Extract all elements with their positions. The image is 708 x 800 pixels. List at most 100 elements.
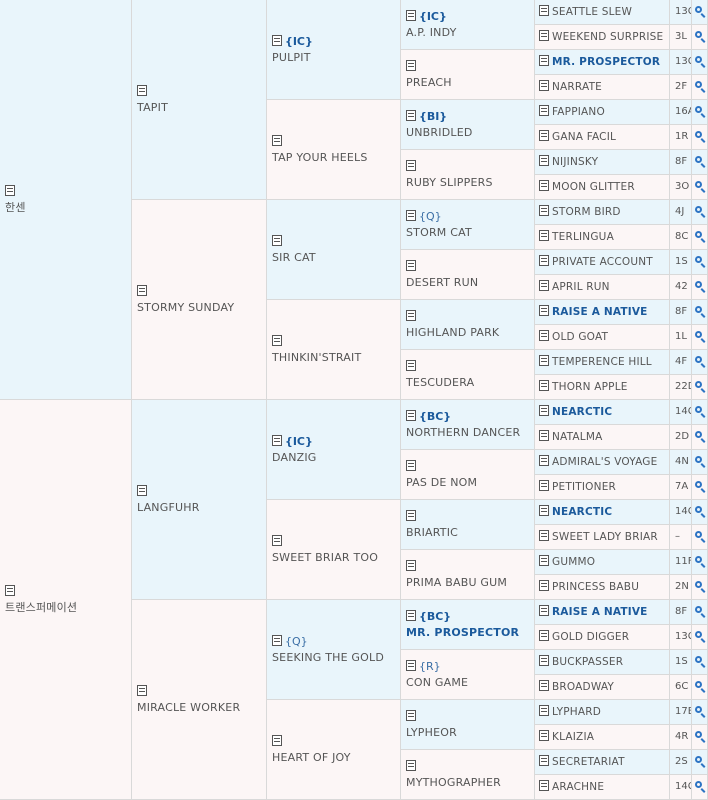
magnifier-icon[interactable] (695, 756, 702, 763)
magnifier-icon[interactable] (695, 106, 702, 113)
magnifier-icon[interactable] (695, 6, 702, 13)
document-icon[interactable] (406, 109, 416, 121)
document-icon[interactable] (406, 209, 416, 221)
horse-name[interactable]: TESCUDERA (406, 375, 532, 391)
magnifier-icon[interactable] (695, 156, 702, 163)
document-icon[interactable] (272, 234, 282, 246)
horse-name[interactable]: GOLD DIGGER (552, 631, 629, 643)
document-icon[interactable] (539, 130, 549, 141)
magnifier-icon[interactable] (695, 306, 702, 313)
magnifier-icon[interactable] (695, 431, 702, 438)
horse-name[interactable]: PREACH (406, 75, 532, 91)
horse-name[interactable]: STORM CAT (406, 225, 532, 241)
horse-name[interactable]: WEEKEND SURPRISE (552, 31, 663, 43)
horse-name[interactable]: BROADWAY (552, 681, 614, 693)
magnifier-icon[interactable] (695, 281, 702, 288)
magnifier-icon[interactable] (695, 781, 702, 788)
document-icon[interactable] (539, 255, 549, 266)
horse-name[interactable]: NORTHERN DANCER (406, 425, 532, 441)
horse-name[interactable]: NIJINSKY (552, 156, 598, 168)
document-icon[interactable] (272, 34, 282, 46)
document-icon[interactable] (272, 634, 282, 646)
horse-name[interactable]: A.P. INDY (406, 25, 532, 41)
document-icon[interactable] (539, 30, 549, 41)
horse-name[interactable]: GUMMO (552, 556, 595, 568)
document-icon[interactable] (539, 430, 549, 441)
document-icon[interactable] (539, 755, 549, 766)
document-icon[interactable] (137, 484, 147, 496)
document-icon[interactable] (539, 680, 549, 691)
horse-name[interactable]: NATALMA (552, 431, 603, 443)
magnifier-icon[interactable] (695, 681, 702, 688)
magnifier-icon[interactable] (695, 656, 702, 663)
document-icon[interactable] (406, 609, 416, 621)
document-icon[interactable] (137, 684, 147, 696)
document-icon[interactable] (5, 584, 15, 596)
horse-name[interactable]: PRIVATE ACCOUNT (552, 256, 653, 268)
document-icon[interactable] (539, 305, 549, 316)
document-icon[interactable] (406, 309, 416, 321)
document-icon[interactable] (539, 5, 549, 16)
document-icon[interactable] (539, 605, 549, 616)
horse-name[interactable]: 한센 (5, 200, 129, 216)
horse-name[interactable]: LYPHEOR (406, 725, 532, 741)
horse-name[interactable]: MYTHOGRAPHER (406, 775, 532, 791)
document-icon[interactable] (406, 459, 416, 471)
horse-name[interactable]: GANA FACIL (552, 131, 616, 143)
document-icon[interactable] (137, 84, 147, 96)
magnifier-icon[interactable] (695, 31, 702, 38)
document-icon[interactable] (406, 759, 416, 771)
horse-name[interactable]: ADMIRAL'S VOYAGE (552, 456, 657, 468)
document-icon[interactable] (539, 230, 549, 241)
document-icon[interactable] (406, 409, 416, 421)
horse-name[interactable]: LYPHARD (552, 706, 601, 718)
horse-name[interactable]: UNBRIDLED (406, 125, 532, 141)
horse-name[interactable]: TAP YOUR HEELS (272, 150, 398, 166)
document-icon[interactable] (406, 659, 416, 671)
document-icon[interactable] (406, 359, 416, 371)
horse-name[interactable]: BUCKPASSER (552, 656, 623, 668)
document-icon[interactable] (272, 134, 282, 146)
document-icon[interactable] (137, 284, 147, 296)
magnifier-icon[interactable] (695, 731, 702, 738)
horse-name[interactable]: RAISE A NATIVE (552, 606, 648, 618)
horse-name[interactable]: ARACHNE (552, 781, 604, 793)
document-icon[interactable] (272, 434, 282, 446)
horse-name[interactable]: CON GAME (406, 675, 532, 691)
horse-name[interactable]: STORMY SUNDAY (137, 300, 264, 316)
horse-name[interactable]: TEMPERENCE HILL (552, 356, 652, 368)
document-icon[interactable] (406, 59, 416, 71)
magnifier-icon[interactable] (695, 631, 702, 638)
magnifier-icon[interactable] (695, 606, 702, 613)
horse-name[interactable]: MR. PROSPECTOR (406, 625, 532, 641)
horse-name[interactable]: SWEET BRIAR TOO (272, 550, 398, 566)
horse-name[interactable]: BRIARTIC (406, 525, 532, 541)
horse-name[interactable]: THINKIN'STRAIT (272, 350, 398, 366)
document-icon[interactable] (539, 780, 549, 791)
document-icon[interactable] (406, 159, 416, 171)
document-icon[interactable] (539, 330, 549, 341)
magnifier-icon[interactable] (695, 531, 702, 538)
document-icon[interactable] (539, 580, 549, 591)
magnifier-icon[interactable] (695, 381, 702, 388)
document-icon[interactable] (272, 734, 282, 746)
magnifier-icon[interactable] (695, 331, 702, 338)
document-icon[interactable] (539, 180, 549, 191)
magnifier-icon[interactable] (695, 181, 702, 188)
horse-name[interactable]: 트랜스퍼메이션 (5, 600, 129, 616)
horse-name[interactable]: DANZIG (272, 450, 398, 466)
horse-name[interactable]: PETITIONER (552, 481, 616, 493)
horse-name[interactable]: DESERT RUN (406, 275, 532, 291)
document-icon[interactable] (539, 380, 549, 391)
document-icon[interactable] (539, 555, 549, 566)
horse-name[interactable]: SEATTLE SLEW (552, 6, 632, 18)
document-icon[interactable] (539, 730, 549, 741)
horse-name[interactable]: PRINCESS BABU (552, 581, 639, 593)
horse-name[interactable]: PULPIT (272, 50, 398, 66)
horse-name[interactable]: APRIL RUN (552, 281, 610, 293)
document-icon[interactable] (5, 184, 15, 196)
document-icon[interactable] (406, 709, 416, 721)
horse-name[interactable]: NARRATE (552, 81, 602, 93)
magnifier-icon[interactable] (695, 406, 702, 413)
horse-name[interactable]: HEART OF JOY (272, 750, 398, 766)
